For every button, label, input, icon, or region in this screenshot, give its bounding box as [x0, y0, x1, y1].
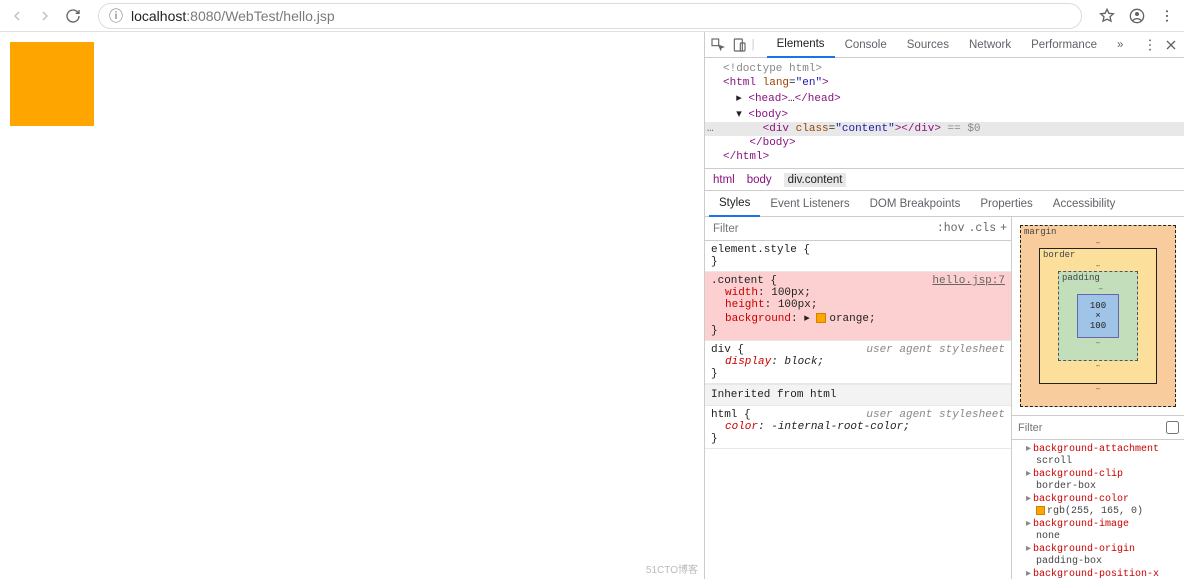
- back-icon[interactable]: [6, 5, 28, 27]
- panes: :hov .cls + element.style {} hello.jsp:7…: [705, 217, 1184, 579]
- dom-line[interactable]: <html lang="en">: [705, 76, 1184, 90]
- device-toggle-icon[interactable]: [730, 36, 747, 54]
- dom-tree[interactable]: <!doctype html> <html lang="en"> ▸ <head…: [705, 58, 1184, 169]
- dom-line[interactable]: ▾ <body>: [705, 106, 1184, 122]
- rule-element-style[interactable]: element.style {}: [705, 241, 1011, 272]
- styles-filter-bar: :hov .cls +: [705, 217, 1011, 241]
- subtab-accessibility[interactable]: Accessibility: [1043, 191, 1126, 216]
- reload-icon[interactable]: [62, 5, 84, 27]
- rule-html[interactable]: user agent stylesheet html { color: -int…: [705, 406, 1011, 449]
- main-area: 51CTO博客 | Elements Console Sources Netwo…: [0, 32, 1184, 579]
- url-host: localhost: [131, 8, 186, 24]
- computed-row[interactable]: ▸background-image: [1016, 517, 1180, 531]
- show-all-checkbox[interactable]: [1166, 421, 1179, 434]
- computed-row[interactable]: ▸background-origin: [1016, 542, 1180, 556]
- breadcrumb: html body div.content: [705, 169, 1184, 191]
- page-viewport: 51CTO博客: [0, 32, 704, 579]
- devtools-top-bar: | Elements Console Sources Network Perfo…: [705, 32, 1184, 58]
- site-info-icon[interactable]: ⓘ: [109, 6, 123, 26]
- dom-line[interactable]: ▸ <head>…</head>: [705, 90, 1184, 106]
- crumb-html[interactable]: html: [713, 174, 735, 186]
- box-model-content: 100 × 100: [1077, 294, 1119, 338]
- browser-menu-icon[interactable]: [1156, 5, 1178, 27]
- crumb-body[interactable]: body: [747, 174, 772, 186]
- subtab-styles[interactable]: Styles: [709, 192, 760, 217]
- computed-value: border-box: [1016, 481, 1180, 492]
- computed-filter-input[interactable]: [1018, 422, 1160, 434]
- computed-row[interactable]: ▸background-attachment: [1016, 442, 1180, 456]
- tab-console[interactable]: Console: [835, 32, 897, 57]
- computed-list: ▸background-attachmentscroll▸background-…: [1012, 440, 1184, 579]
- rule-div[interactable]: user agent stylesheet div { display: blo…: [705, 341, 1011, 384]
- crumb-div-content[interactable]: div.content: [784, 173, 847, 187]
- computed-row[interactable]: ▸background-clip: [1016, 467, 1180, 481]
- tab-performance[interactable]: Performance: [1021, 32, 1107, 57]
- content-div: [10, 42, 94, 126]
- rule-content[interactable]: hello.jsp:7 .content { width: 100px; hei…: [705, 272, 1011, 341]
- hov-toggle[interactable]: :hov: [937, 222, 965, 235]
- forward-icon[interactable]: [34, 5, 56, 27]
- inspect-icon[interactable]: [709, 36, 726, 54]
- computed-row[interactable]: ▸background-position-x: [1016, 567, 1180, 579]
- computed-value: rgb(255, 165, 0): [1016, 506, 1180, 517]
- color-swatch-icon[interactable]: [816, 313, 826, 323]
- tab-sources[interactable]: Sources: [897, 32, 959, 57]
- address-bar[interactable]: ⓘ localhost:8080/WebTest/hello.jsp: [98, 3, 1082, 29]
- url-path: :8080/WebTest/hello.jsp: [186, 8, 334, 24]
- browser-toolbar: ⓘ localhost:8080/WebTest/hello.jsp: [0, 0, 1184, 32]
- tab-more-icon[interactable]: »: [1107, 32, 1133, 57]
- devtools-menu-icon[interactable]: [1141, 36, 1158, 54]
- add-rule-icon[interactable]: +: [1000, 222, 1007, 235]
- devtools-tabs: Elements Console Sources Network Perform…: [767, 32, 1134, 57]
- watermark: 51CTO博客: [646, 561, 698, 576]
- computed-value: padding-box: [1016, 556, 1180, 567]
- subtab-event-listeners[interactable]: Event Listeners: [760, 191, 859, 216]
- profile-icon[interactable]: [1126, 5, 1148, 27]
- tab-elements[interactable]: Elements: [767, 32, 835, 58]
- tab-network[interactable]: Network: [959, 32, 1021, 57]
- box-model[interactable]: margin – border – padding – 100 × 100 – …: [1012, 217, 1184, 416]
- dom-line-selected[interactable]: <div class="content"></div> == $0: [705, 122, 1184, 136]
- styles-filter-input[interactable]: [705, 223, 933, 235]
- dom-line[interactable]: </html>: [705, 150, 1184, 164]
- styles-subtabs: Styles Event Listeners DOM Breakpoints P…: [705, 191, 1184, 217]
- computed-filter-bar: Show all: [1012, 416, 1184, 440]
- computed-value: none: [1016, 531, 1180, 542]
- computed-row[interactable]: ▸background-color: [1016, 492, 1180, 506]
- dom-line[interactable]: <!doctype html>: [705, 62, 1184, 76]
- computed-pane: margin – border – padding – 100 × 100 – …: [1012, 217, 1184, 579]
- subtab-properties[interactable]: Properties: [970, 191, 1042, 216]
- cls-toggle[interactable]: .cls: [968, 222, 996, 235]
- computed-value: scroll: [1016, 456, 1180, 467]
- bookmark-star-icon[interactable]: [1096, 5, 1118, 27]
- rules-list: element.style {} hello.jsp:7 .content { …: [705, 241, 1011, 579]
- rule-src-link[interactable]: hello.jsp:7: [932, 275, 1005, 287]
- devtools-close-icon[interactable]: [1163, 36, 1180, 54]
- dom-line[interactable]: </body>: [705, 136, 1184, 150]
- inherited-separator: Inherited from html: [705, 384, 1011, 406]
- subtab-dom-breakpoints[interactable]: DOM Breakpoints: [860, 191, 971, 216]
- devtools-panel: | Elements Console Sources Network Perfo…: [704, 32, 1184, 579]
- styles-pane: :hov .cls + element.style {} hello.jsp:7…: [705, 217, 1012, 579]
